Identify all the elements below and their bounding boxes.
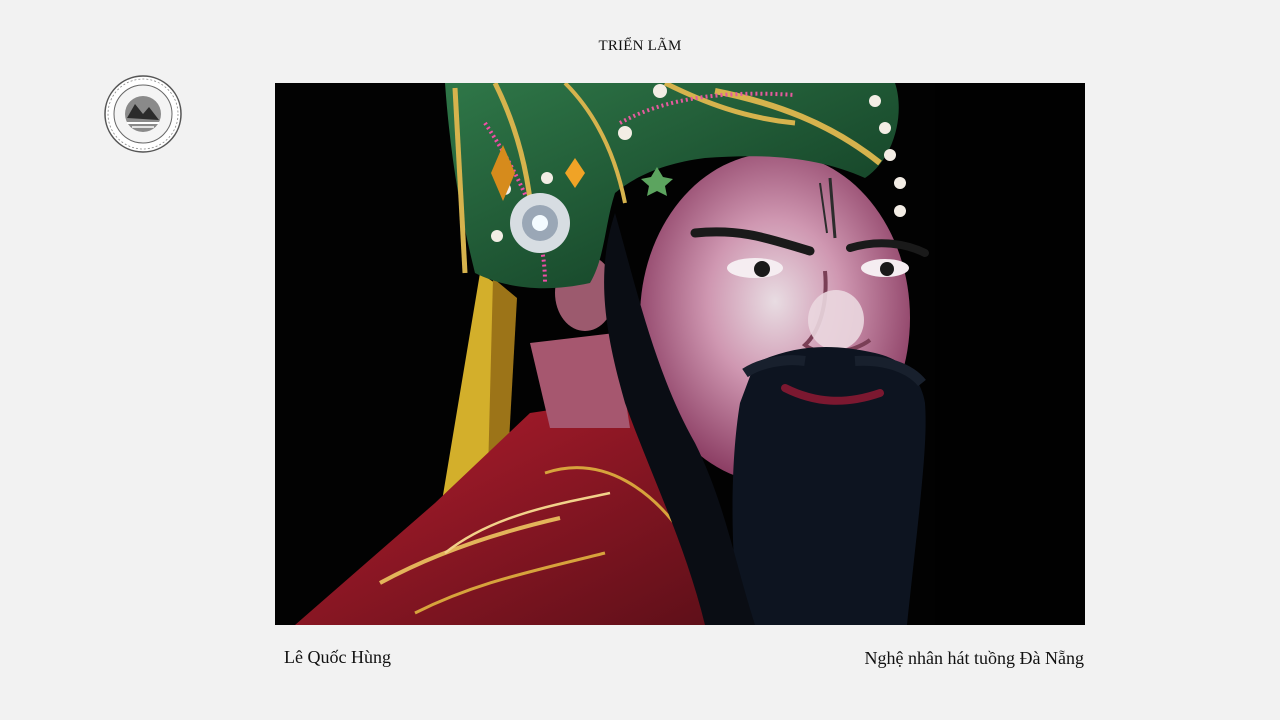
seal-icon <box>104 75 182 153</box>
photographer-name: Lê Quốc Hùng <box>284 647 391 667</box>
photo-caption: Nghệ nhân hát tuồng Đà Nẵng <box>864 648 1084 668</box>
portrait-photo <box>275 83 1085 625</box>
performer-portrait-image <box>275 83 1085 625</box>
page-title: TRIỂN LÃM <box>598 38 682 54</box>
association-logo <box>103 74 183 154</box>
